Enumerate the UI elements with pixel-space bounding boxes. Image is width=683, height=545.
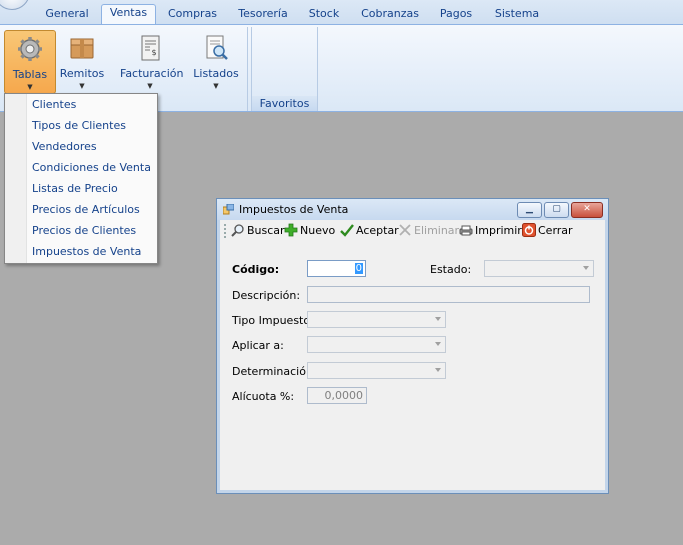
printer-icon <box>459 225 473 236</box>
report-search-icon <box>206 35 228 60</box>
buscar-label: Buscar <box>247 224 285 237</box>
tablas-label: Tablas <box>12 68 48 81</box>
tablas-dropdown-menu: Clientes Tipos de Clientes Vendedores Co… <box>4 93 158 264</box>
power-close-icon <box>522 223 536 237</box>
eliminar-button[interactable]: Eliminar <box>398 222 459 240</box>
menu-item-listas-de-precio[interactable]: Listas de Precio <box>32 180 118 198</box>
menu-item-condiciones-de-venta[interactable]: Condiciones de Venta <box>32 159 151 177</box>
cerrar-label: Cerrar <box>538 224 573 237</box>
nuevo-label: Nuevo <box>300 224 336 237</box>
impuestos-de-venta-window: Impuestos de Venta ▁ ▢ ✕ Buscar Nuevo Ac… <box>216 198 609 494</box>
alicuota-label: Alícuota %: <box>232 390 295 403</box>
aceptar-button[interactable]: Aceptar <box>340 222 399 240</box>
checkmark-icon <box>340 224 354 237</box>
determinacion-label: Determinación: <box>232 365 317 378</box>
tab-stock[interactable]: Stock <box>306 6 342 24</box>
invoice-icon: $ <box>141 35 160 61</box>
chevron-down-icon: ▼ <box>27 83 33 91</box>
imprimir-button[interactable]: Imprimir <box>459 222 522 240</box>
menu-item-precios-de-articulos[interactable]: Precios de Artículos <box>32 201 140 219</box>
gear-icon <box>18 37 42 61</box>
tab-cobranzas[interactable]: Cobranzas <box>361 6 419 24</box>
minimize-button[interactable]: ▁ <box>517 202 542 218</box>
chevron-down-icon <box>435 368 441 372</box>
application-orb-button[interactable] <box>0 0 30 10</box>
close-window-button[interactable]: ✕ <box>571 202 603 218</box>
alicuota-input[interactable]: 0,0000 <box>307 387 367 404</box>
determinacion-select[interactable] <box>307 362 446 379</box>
tab-tesoreria[interactable]: Tesorería <box>234 6 292 24</box>
listados-label: Listados <box>193 67 239 80</box>
dialog-toolbar: Buscar Nuevo Aceptar Eliminar Imprimir C… <box>220 220 605 242</box>
close-icon: ✕ <box>583 204 591 214</box>
delete-x-icon <box>399 224 411 236</box>
codigo-value: 0 <box>354 263 363 274</box>
ribbon-tab-bar: General Ventas Compras Tesorería Stock C… <box>0 0 683 25</box>
tab-pagos[interactable]: Pagos <box>437 6 475 24</box>
minimize-icon: ▁ <box>526 204 533 214</box>
aceptar-label: Aceptar <box>356 224 399 237</box>
tab-sistema[interactable]: Sistema <box>493 6 541 24</box>
chevron-down-icon <box>583 266 589 270</box>
chevron-down-icon: ▼ <box>79 82 85 90</box>
tipo-impuesto-select[interactable] <box>307 311 446 328</box>
estado-label: Estado: <box>430 263 472 276</box>
search-icon <box>231 224 244 237</box>
chevron-down-icon <box>435 342 441 346</box>
chevron-down-icon: ▼ <box>213 82 219 90</box>
alicuota-value: 0,0000 <box>324 389 364 402</box>
codigo-label: Código: <box>232 263 280 276</box>
window-title: Impuestos de Venta <box>239 203 349 216</box>
tab-compras[interactable]: Compras <box>165 6 220 24</box>
estado-select[interactable] <box>484 260 594 277</box>
eliminar-label: Eliminar <box>414 224 460 237</box>
remitos-button[interactable]: Remitos ▼ <box>56 30 108 94</box>
svg-text:$: $ <box>152 48 157 57</box>
window-app-icon <box>223 204 234 215</box>
cerrar-button[interactable]: Cerrar <box>522 222 573 240</box>
tab-ventas[interactable]: Ventas <box>101 4 156 25</box>
menu-item-tipos-de-clientes[interactable]: Tipos de Clientes <box>32 117 126 135</box>
descripcion-label: Descripción: <box>232 289 301 302</box>
window-titlebar[interactable]: Impuestos de Venta ▁ ▢ ✕ <box>217 199 608 220</box>
imprimir-label: Imprimir <box>475 224 522 237</box>
toolbar-grip[interactable] <box>224 224 226 238</box>
facturacion-button[interactable]: $ Facturación ▼ <box>120 30 184 94</box>
tab-general[interactable]: General <box>40 6 94 24</box>
menu-item-precios-de-clientes[interactable]: Precios de Clientes <box>32 222 136 240</box>
menu-item-vendedores[interactable]: Vendedores <box>32 138 97 156</box>
chevron-down-icon <box>435 317 441 321</box>
listados-button[interactable]: Listados ▼ <box>190 30 242 94</box>
aplicar-select[interactable] <box>307 336 446 353</box>
remitos-label: Remitos <box>59 67 105 80</box>
nuevo-button[interactable]: Nuevo <box>284 222 335 240</box>
menu-item-clientes[interactable]: Clientes <box>32 96 76 114</box>
chevron-down-icon: ▼ <box>147 82 153 90</box>
aplicar-label: Aplicar a: <box>232 339 284 352</box>
maximize-button[interactable]: ▢ <box>544 202 569 218</box>
tipo-impuesto-label: Tipo Impuesto: <box>232 314 314 327</box>
facturacion-label: Facturación <box>120 67 184 80</box>
tablas-button[interactable]: Tablas ▼ <box>4 30 56 94</box>
favoritos-group-label: Favoritos <box>252 96 317 111</box>
plus-icon <box>284 223 298 237</box>
ribbon-group-favoritos: Favoritos <box>251 27 318 111</box>
menu-item-impuestos-de-venta[interactable]: Impuestos de Venta <box>32 243 141 261</box>
buscar-button[interactable]: Buscar <box>231 222 285 240</box>
maximize-icon: ▢ <box>552 204 561 214</box>
menu-icon-gutter <box>5 94 27 263</box>
codigo-input[interactable]: 0 <box>307 260 366 277</box>
descripcion-input[interactable] <box>307 286 590 303</box>
box-icon <box>70 38 94 59</box>
